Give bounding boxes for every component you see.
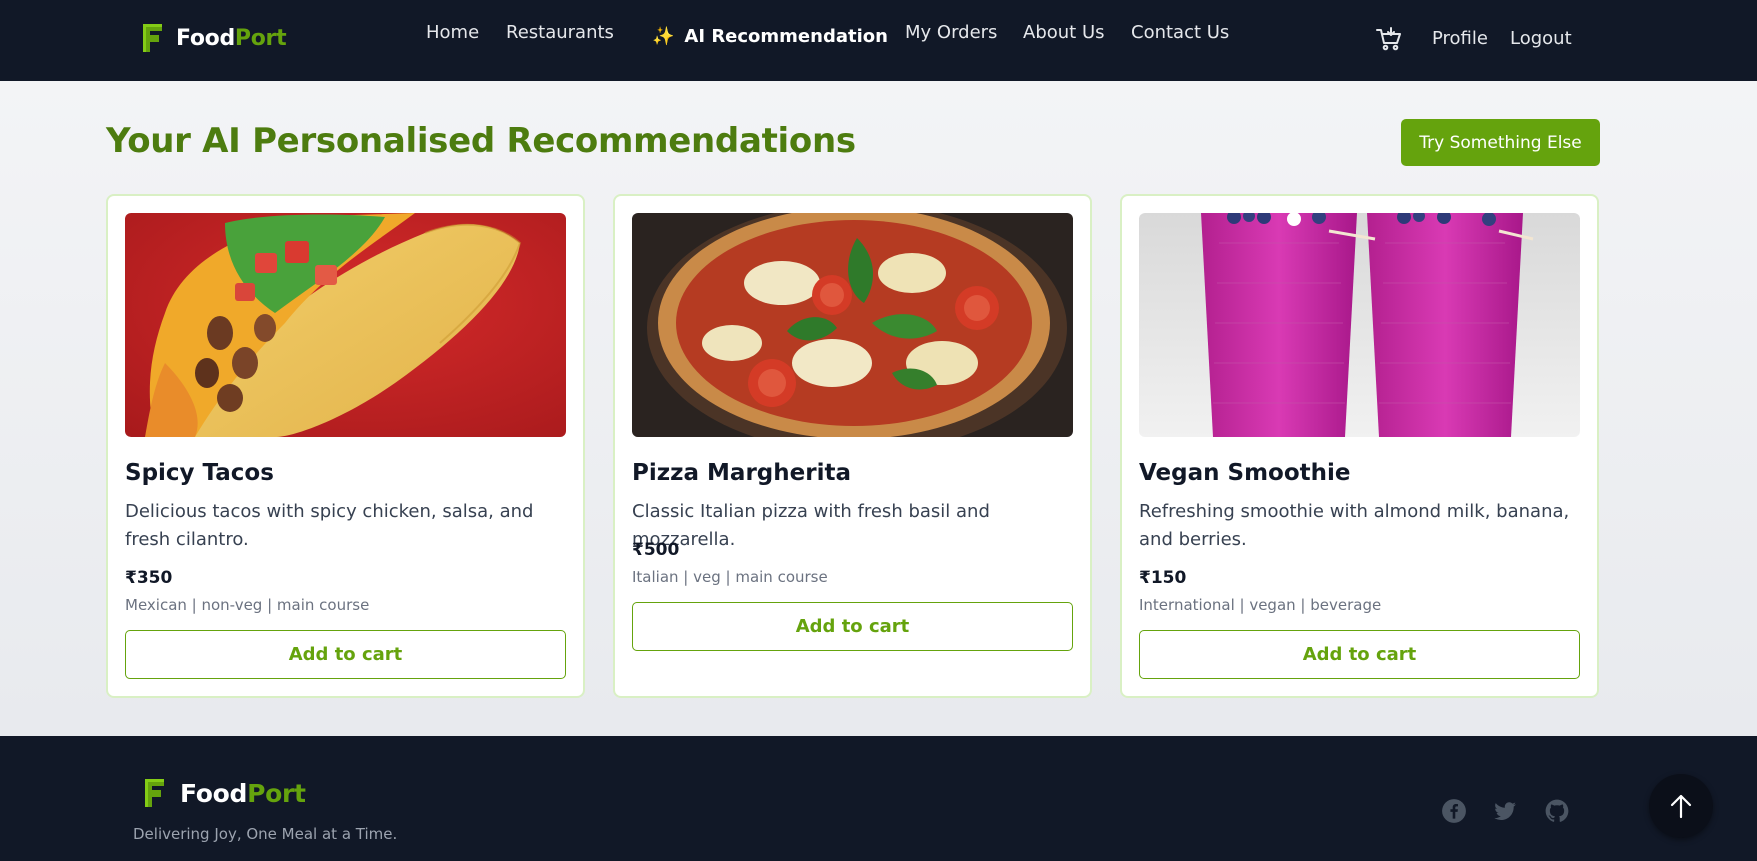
facebook-icon[interactable] [1441, 798, 1467, 824]
brand-name-second: Port [234, 25, 287, 51]
nav-contact-us[interactable]: Contact Us [1131, 22, 1229, 43]
food-price: ₹350 [125, 568, 173, 588]
footer-brand-name: FoodPort [180, 779, 306, 808]
food-image-pizza-margherita [632, 213, 1073, 437]
food-image-spicy-tacos [125, 213, 566, 437]
page-title: Your AI Personalised Recommendations [106, 121, 856, 161]
top-navbar: FoodPort Home Restaurants ✨ AI Recommend… [0, 0, 1757, 81]
nav-ai-label: AI Recommendation [684, 26, 888, 47]
recommendation-card: Pizza Margherita Classic Italian pizza w… [613, 194, 1092, 698]
nav-about-us[interactable]: About Us [1023, 22, 1105, 43]
food-name: Spicy Tacos [125, 460, 274, 486]
nav-logout[interactable]: Logout [1510, 28, 1572, 49]
nav-ai-recommendation[interactable]: ✨ AI Recommendation [652, 26, 888, 47]
add-to-cart-button[interactable]: Add to cart [1139, 630, 1580, 679]
brand-logo-link[interactable]: FoodPort [140, 22, 287, 54]
footer-brand-first: Food [180, 778, 248, 808]
scroll-to-top-button[interactable] [1649, 774, 1713, 838]
sparkles-icon: ✨ [652, 26, 675, 47]
add-to-cart-button[interactable]: Add to cart [632, 602, 1073, 651]
food-meta: International | vegan | beverage [1139, 596, 1382, 614]
food-meta: Mexican | non-veg | main course [125, 596, 370, 614]
github-icon[interactable] [1544, 798, 1570, 824]
food-name: Vegan Smoothie [1139, 460, 1351, 486]
footer-brand-second: Port [247, 778, 306, 808]
cart-icon[interactable] [1376, 26, 1402, 52]
try-something-else-button[interactable]: Try Something Else [1401, 119, 1600, 166]
food-meta: Italian | veg | main course [632, 568, 828, 586]
brand-name: FoodPort [176, 25, 287, 51]
add-to-cart-button[interactable]: Add to cart [125, 630, 566, 679]
recommendation-card: Spicy Tacos Delicious tacos with spicy c… [106, 194, 585, 698]
nav-profile[interactable]: Profile [1432, 28, 1488, 49]
recommendations-section: Your AI Personalised Recommendations Try… [0, 81, 1757, 736]
twitter-icon[interactable] [1492, 798, 1518, 824]
nav-my-orders[interactable]: My Orders [905, 22, 997, 43]
food-description: Classic Italian pizza with fresh basil a… [632, 501, 990, 550]
footer-tagline: Delivering Joy, One Meal at a Time. [133, 825, 398, 843]
nav-restaurants[interactable]: Restaurants [506, 22, 614, 43]
brand-name-first: Food [176, 25, 235, 51]
food-name: Pizza Margherita [632, 460, 851, 486]
nav-home[interactable]: Home [426, 22, 479, 43]
food-price: ₹500 [632, 540, 680, 560]
arrow-up-icon [1670, 794, 1692, 819]
food-description: Refreshing smoothie with almond milk, ba… [1139, 501, 1570, 550]
food-description: Delicious tacos with spicy chicken, sals… [125, 501, 534, 550]
foodport-logo-icon [145, 779, 164, 807]
recommendation-card: Vegan Smoothie Refreshing smoothie with … [1120, 194, 1599, 698]
foodport-logo-icon [143, 24, 162, 52]
footer-brand[interactable]: FoodPort [142, 776, 306, 810]
site-footer: FoodPort Delivering Joy, One Meal at a T… [0, 736, 1757, 861]
food-image-vegan-smoothie [1139, 213, 1580, 437]
food-price: ₹150 [1139, 568, 1187, 588]
